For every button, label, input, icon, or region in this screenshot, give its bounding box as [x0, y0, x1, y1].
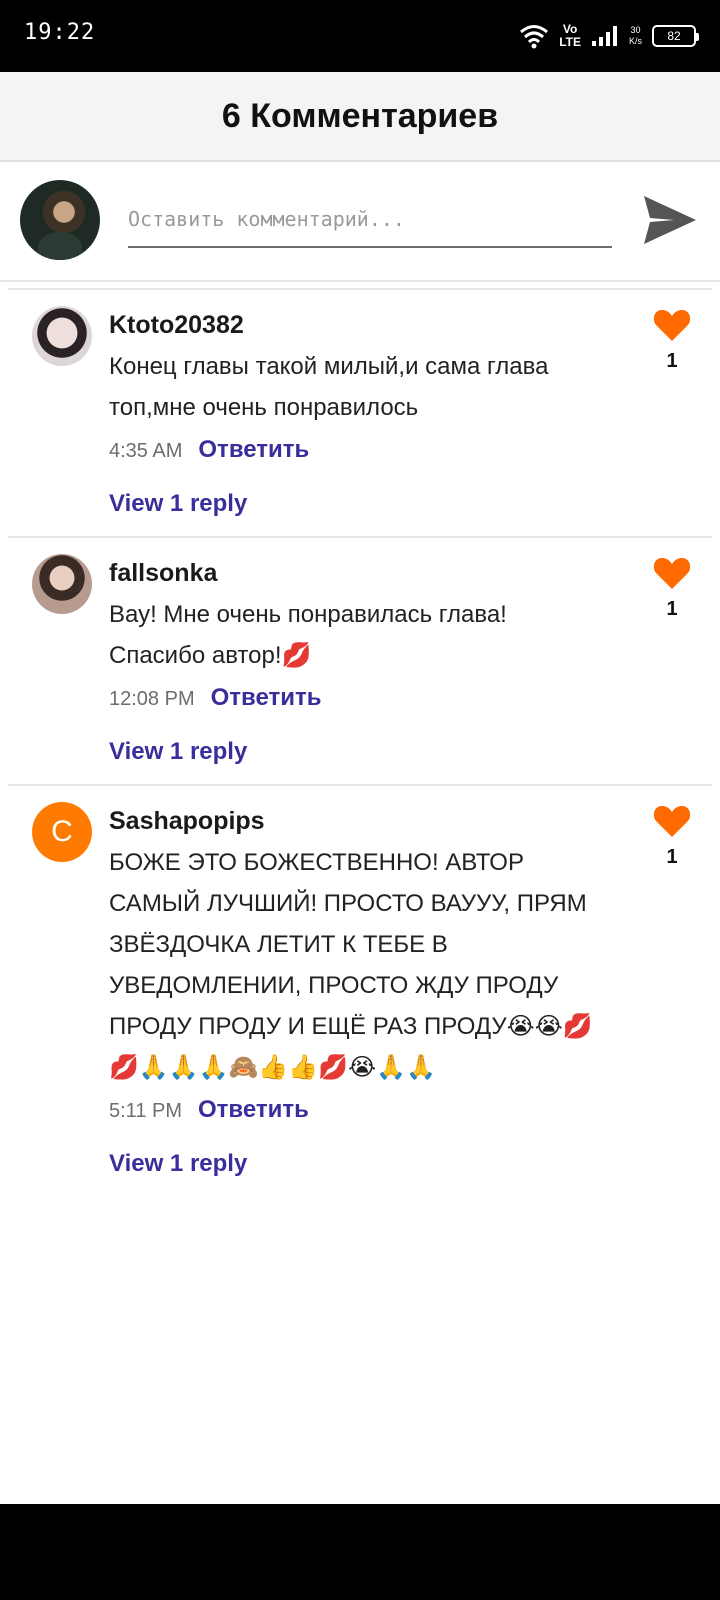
avatar[interactable]: [32, 306, 92, 366]
comment-username[interactable]: Sashapopips: [109, 804, 609, 838]
view-replies-link[interactable]: View 1 reply: [109, 738, 247, 766]
comment-item: Ktoto20382 Конец главы такой милый,и сам…: [8, 288, 712, 536]
like-control: 1: [652, 556, 692, 621]
wifi-icon: [520, 25, 549, 49]
comment-body: fallsonka Вау! Мне очень понравилась гла…: [109, 538, 609, 784]
reply-button[interactable]: Ответить: [211, 684, 322, 712]
comment-text: Конец главы такой милый,и сама глава топ…: [109, 353, 549, 421]
heart-icon[interactable]: [653, 308, 691, 342]
comment-text: БОЖЕ ЭТО БОЖЕСТВЕННО! АВТОР САМЫЙ ЛУЧШИЙ…: [109, 849, 593, 1081]
comment-list: Ktoto20382 Конец главы такой милый,и сам…: [0, 288, 720, 1196]
comment-body: Sashapopips БОЖЕ ЭТО БОЖЕСТВЕННО! АВТОР …: [109, 786, 609, 1196]
comment-meta: 12:08 PM Ответить: [109, 684, 609, 712]
comment-meta: 4:35 AM Ответить: [109, 436, 609, 464]
comment-text: Вау! Мне очень понравилась глава! Спасиб…: [109, 601, 507, 669]
like-control: 1: [652, 308, 692, 373]
comment-item: C Sashapopips БОЖЕ ЭТО БОЖЕСТВЕННО! АВТО…: [8, 784, 712, 1196]
avatar[interactable]: [32, 554, 92, 614]
comment-time: 12:08 PM: [109, 688, 195, 710]
page-title: 6 Комментариев: [221, 96, 499, 135]
comment-username[interactable]: Ktoto20382: [109, 308, 609, 342]
reply-button[interactable]: Ответить: [198, 436, 309, 464]
send-icon: [644, 196, 696, 244]
reply-button[interactable]: Ответить: [198, 1096, 309, 1124]
battery-level: 82: [667, 29, 681, 43]
comment-input[interactable]: [128, 192, 612, 248]
speed-unit: K/s: [628, 36, 642, 46]
avatar-letter: C: [51, 815, 73, 848]
like-count: 1: [666, 350, 678, 372]
comment-username[interactable]: fallsonka: [109, 556, 609, 590]
network-speed: 30 K/s: [629, 25, 642, 47]
view-replies-link[interactable]: View 1 reply: [109, 490, 247, 518]
header: 6 Комментариев: [0, 72, 720, 162]
comment-item: fallsonka Вау! Мне очень понравилась гла…: [8, 536, 712, 784]
comment-time: 5:11 PM: [109, 1100, 182, 1122]
screen: 19:22 Vo LTE 30 K/s 82 6 Комментариев Ос…: [0, 0, 720, 1600]
comment-time: 4:35 AM: [109, 440, 183, 462]
view-replies-link[interactable]: View 1 reply: [109, 1150, 247, 1178]
like-control: 1: [652, 804, 692, 869]
send-button[interactable]: [638, 190, 702, 250]
comment-body: Ktoto20382 Конец главы такой милый,и сам…: [109, 290, 609, 536]
comment-composer: [0, 162, 720, 282]
battery-icon: 82: [652, 25, 699, 47]
current-user-avatar[interactable]: [20, 180, 100, 260]
signal-icon: [591, 26, 617, 46]
volte-indicator: Vo LTE: [559, 23, 581, 49]
like-count: 1: [666, 846, 678, 868]
system-nav-bar: [0, 1504, 720, 1600]
status-icons: Vo LTE 30 K/s 82: [519, 20, 699, 52]
speed-value: 30: [630, 25, 641, 35]
status-time: 19:22: [24, 20, 96, 45]
volte-bottom: LTE: [559, 35, 581, 49]
like-count: 1: [666, 598, 678, 620]
heart-icon[interactable]: [653, 804, 691, 838]
status-bar: 19:22 Vo LTE 30 K/s 82: [0, 0, 720, 72]
comment-meta: 5:11 PM Ответить: [109, 1096, 609, 1124]
heart-icon[interactable]: [653, 556, 691, 590]
avatar[interactable]: C: [32, 802, 92, 862]
